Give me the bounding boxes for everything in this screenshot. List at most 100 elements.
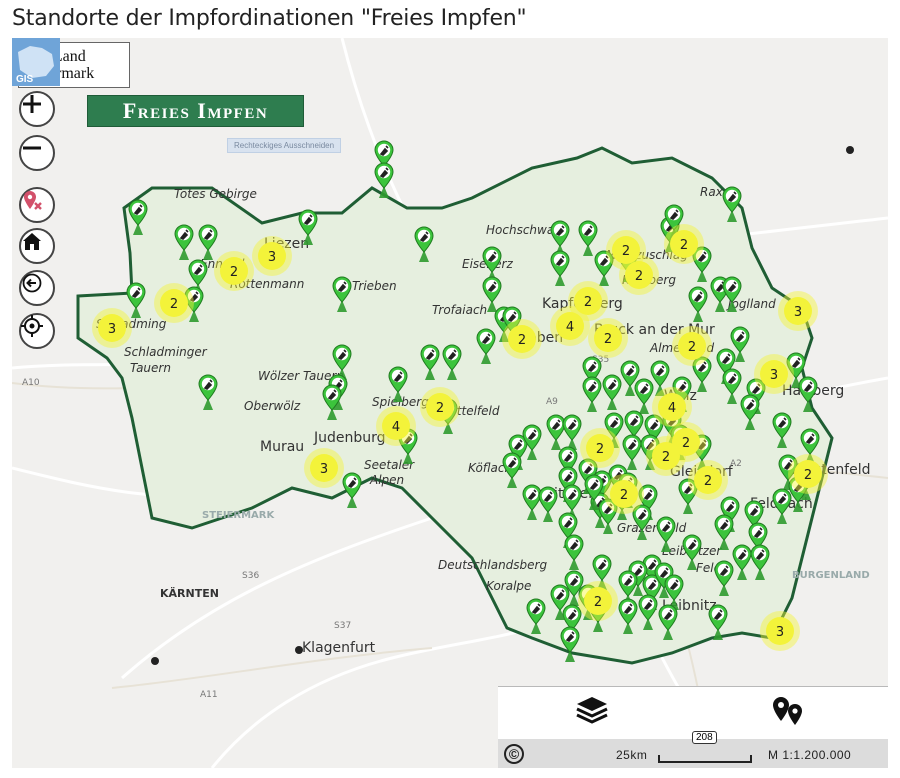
clip-hint: Rechteckiges Ausschneiden — [227, 138, 342, 153]
bottom-panel: © 25km 208 M 1:1.200.000 — [498, 686, 888, 768]
cluster-badge[interactable]: 2 — [672, 326, 712, 366]
cluster-badge[interactable]: 2 — [604, 474, 644, 514]
cluster-count: 2 — [604, 332, 612, 347]
map-label: STEIERMARK — [202, 510, 275, 521]
remove-marker-button[interactable] — [19, 187, 55, 223]
cluster-count: 2 — [584, 295, 592, 310]
cluster-count: 4 — [566, 320, 574, 335]
map-label: S36 — [242, 571, 259, 581]
cluster-badge[interactable]: 2 — [664, 224, 704, 264]
cluster-badge[interactable]: 2 — [420, 387, 460, 427]
map-canvas[interactable]: Totes GebirgeEnnstalLiezenRottenmannTrie… — [12, 38, 888, 768]
scale-ratio: M 1:1.200.000 — [768, 748, 852, 762]
map-label: Trieben — [352, 279, 397, 293]
cluster-count: 2 — [518, 333, 526, 348]
cluster-count: 4 — [668, 401, 676, 416]
cluster-badge[interactable]: 2 — [646, 436, 686, 476]
cluster-badge[interactable]: 4 — [376, 406, 416, 446]
layers-icon — [576, 697, 608, 724]
map-label: KÄRNTEN — [160, 586, 219, 600]
cluster-badge[interactable]: 3 — [754, 354, 794, 394]
map-label: Judenburg — [313, 430, 386, 446]
map-label: Trofaiach — [432, 303, 487, 317]
map-label: Totes Gebirge — [174, 187, 257, 201]
cluster-count: 2 — [170, 297, 178, 312]
map-label: A11 — [200, 690, 218, 700]
map-label: Rax — [700, 185, 724, 199]
location-marker[interactable] — [560, 626, 580, 662]
map-label: S37 — [334, 621, 351, 631]
layers-button[interactable] — [574, 695, 614, 731]
map-label: Klagenfurt — [302, 640, 376, 656]
map-svg[interactable]: Totes GebirgeEnnstalLiezenRottenmannTrie… — [12, 38, 888, 768]
cluster-badge[interactable]: 3 — [304, 448, 344, 488]
map-label: Oberwölz — [244, 399, 301, 413]
gis-steiermark-logo: GIS — [12, 38, 60, 86]
cluster-count: 3 — [776, 625, 784, 640]
locate-button[interactable] — [19, 313, 55, 349]
cluster-badge[interactable]: 3 — [92, 308, 132, 348]
cluster-badge[interactable]: 2 — [688, 460, 728, 500]
scale-bar: © 25km 208 M 1:1.200.000 — [498, 731, 888, 768]
scale-distance: 25km — [616, 748, 648, 762]
cluster-count: 2 — [596, 442, 604, 457]
cluster-count: 2 — [230, 265, 238, 280]
map-label: A2 — [730, 459, 742, 469]
cluster-badge[interactable]: 2 — [578, 581, 618, 621]
cluster-badge[interactable]: 2 — [214, 251, 254, 291]
cluster-count: 3 — [770, 368, 778, 383]
crosshair-icon — [21, 315, 43, 337]
cluster-count: 2 — [620, 488, 628, 503]
map-label: Alpen — [369, 473, 404, 487]
arrow-left-icon — [22, 273, 42, 293]
map-label: A10 — [22, 378, 40, 388]
map-label: Tauern — [130, 361, 171, 375]
cluster-badge[interactable]: 2 — [502, 319, 542, 359]
cluster-badge[interactable]: 3 — [760, 611, 800, 651]
cluster-count: 2 — [804, 468, 812, 483]
cluster-badge[interactable]: 2 — [588, 318, 628, 358]
map-label: A9 — [546, 397, 558, 407]
marker-remove-icon — [24, 191, 42, 210]
zoom-out-button[interactable] — [19, 135, 55, 171]
scale-line — [658, 755, 752, 763]
cluster-count: 2 — [680, 238, 688, 253]
cluster-count: 2 — [688, 340, 696, 355]
freies-impfen-badge: Freies Impfen — [87, 95, 304, 127]
cluster-count: 2 — [622, 244, 630, 259]
cluster-badge[interactable]: 2 — [580, 428, 620, 468]
home-button[interactable] — [19, 228, 55, 264]
map-label: BURGENLAND — [792, 570, 870, 581]
markers-icon — [773, 697, 802, 725]
cluster-count: 3 — [794, 305, 802, 320]
map-label: Murau — [260, 439, 304, 455]
cluster-count: 3 — [320, 462, 328, 477]
cluster-badge[interactable]: 3 — [778, 291, 818, 331]
cluster-count: 3 — [268, 250, 276, 265]
cluster-count: 4 — [392, 420, 400, 435]
page-title: Standorte der Impfordinationen "Freies I… — [12, 6, 527, 31]
road-tag: 208 — [692, 731, 717, 744]
cluster-count: 2 — [635, 269, 643, 284]
cluster-badge[interactable]: 4 — [550, 306, 590, 346]
cluster-badge[interactable]: 3 — [252, 236, 292, 276]
cluster-count: 3 — [108, 322, 116, 337]
back-button[interactable] — [19, 270, 55, 306]
location-marker[interactable] — [342, 472, 362, 508]
cluster-count: 2 — [594, 595, 602, 610]
cluster-badge[interactable]: 4 — [652, 387, 692, 427]
cluster-count: 2 — [436, 401, 444, 416]
map-label: Deutschlandsberg — [438, 558, 547, 572]
map-label: Schladminger — [124, 345, 208, 359]
map-label: Grazer Feld — [617, 521, 687, 535]
cluster-badge[interactable]: 2 — [154, 283, 194, 323]
copyright-icon[interactable]: © — [504, 744, 524, 764]
cluster-badge[interactable]: 2 — [619, 255, 659, 295]
cluster-badge[interactable]: 2 — [788, 454, 828, 494]
home-icon — [23, 233, 41, 250]
minus-icon — [23, 146, 41, 150]
map-label: Koralpe — [486, 579, 531, 593]
zoom-in-button[interactable] — [19, 91, 55, 127]
markers-button[interactable] — [770, 695, 810, 731]
cluster-count: 2 — [662, 450, 670, 465]
